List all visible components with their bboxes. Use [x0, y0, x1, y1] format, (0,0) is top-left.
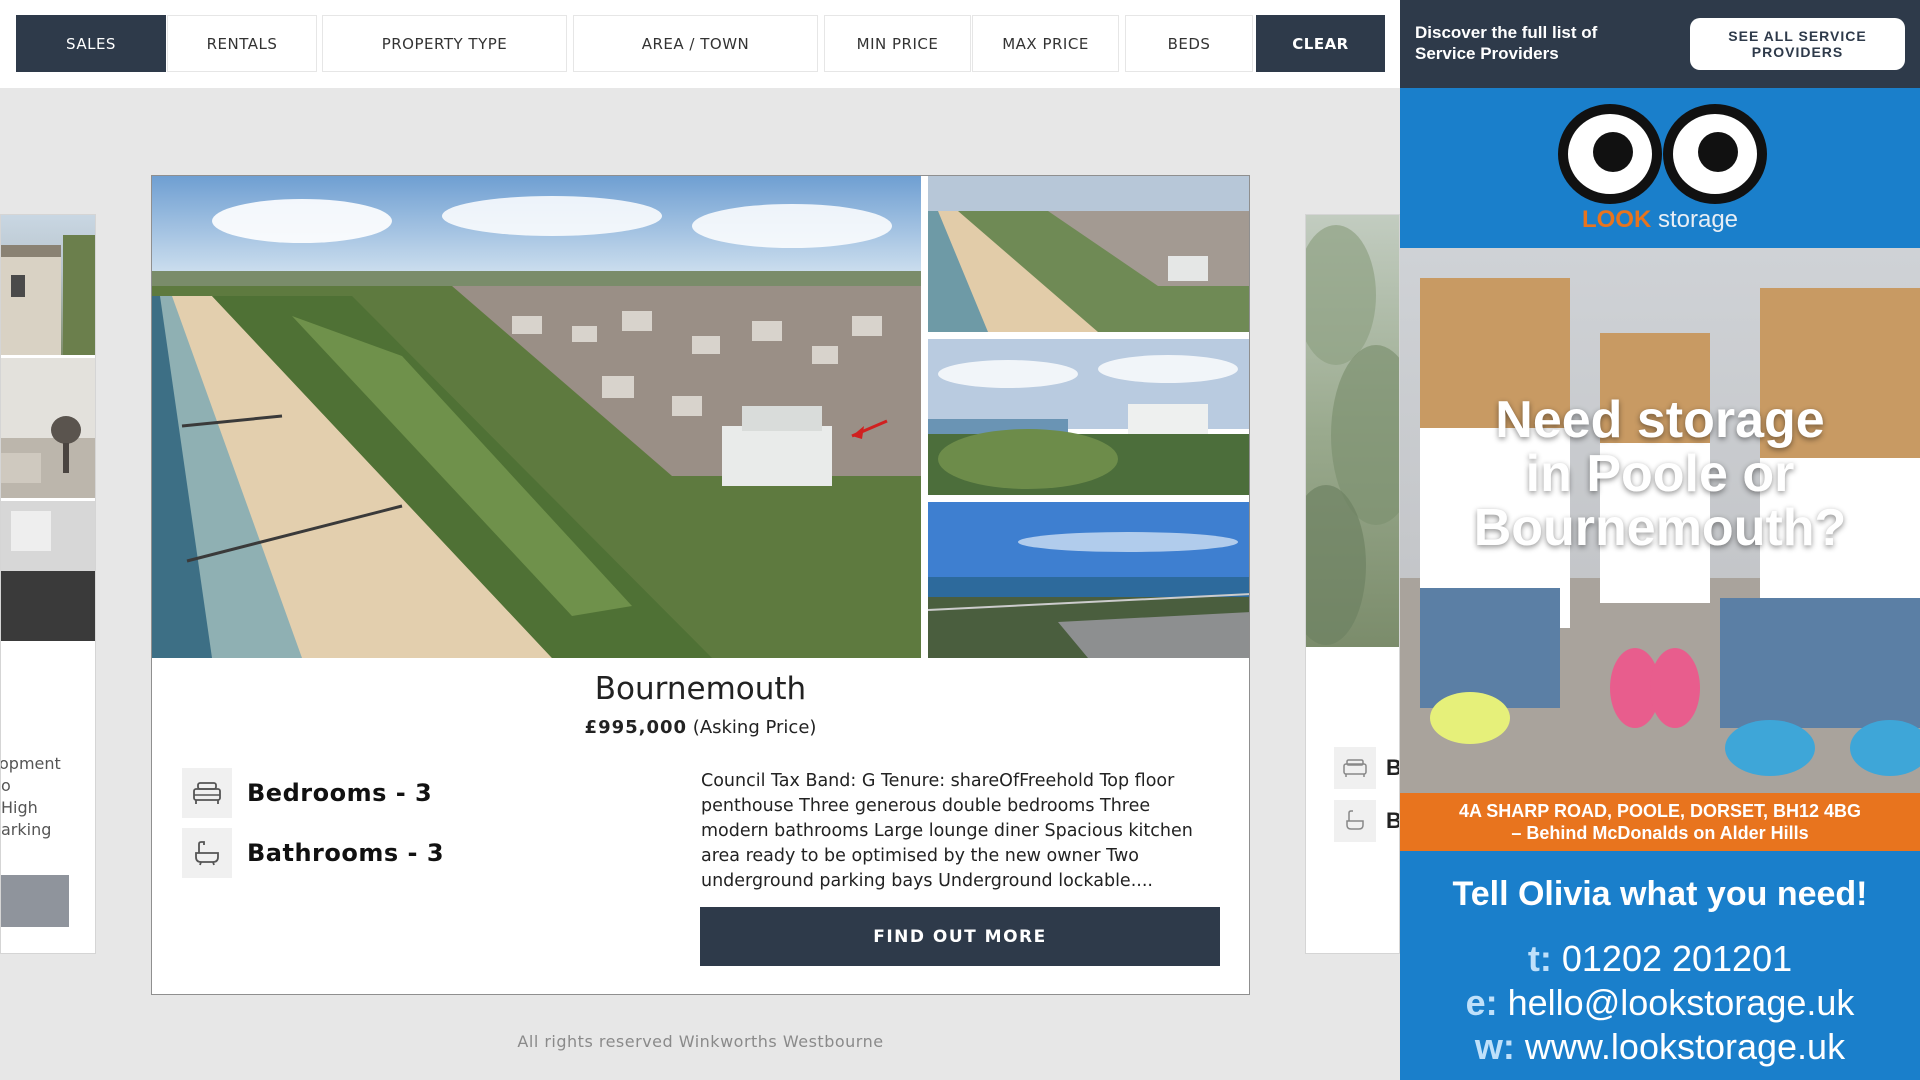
bathrooms-label: Bathrooms - 3: [247, 839, 445, 867]
listing-thumb-1[interactable]: [928, 176, 1249, 332]
advert-contact-details: t: 01202 201201 e: hello@lookstorage.uk …: [1400, 937, 1920, 1069]
advert-web-line: w: www.lookstorage.uk: [1474, 1026, 1846, 1067]
next-listing-bedrooms-label: B: [1386, 755, 1399, 781]
balcony-sea-view-photo: [928, 502, 1249, 658]
bedrooms-label: Bedrooms - 3: [247, 779, 433, 807]
filter-area-town-dropdown[interactable]: AREA / TOWN: [573, 15, 818, 72]
previous-listing-description: opment o High arking: [0, 754, 61, 839]
next-listing-bath-icon: [1334, 800, 1376, 842]
filter-max-price-dropdown[interactable]: MAX PRICE: [972, 15, 1119, 72]
living-room-image: [1, 358, 95, 498]
see-all-service-providers-button[interactable]: SEE ALL SERVICE PROVIDERS: [1690, 18, 1905, 70]
trees-image: [1306, 225, 1399, 645]
find-out-more-button[interactable]: FIND OUT MORE: [700, 907, 1220, 966]
bedrooms-feature: Bedrooms - 3: [182, 768, 432, 818]
next-listing-bed-icon: [1334, 747, 1376, 789]
bath-icon: [182, 828, 232, 878]
advert-address: 4A SHARP ROAD, POOLE, DORSET, BH12 4BG: [1458, 801, 1862, 821]
listing-description: Council Tax Band: G Tenure: shareOfFreeh…: [701, 771, 1193, 891]
advert-email-line: e: hello@lookstorage.uk: [1465, 982, 1855, 1023]
advert-email: hello@lookstorage.uk: [1507, 982, 1855, 1023]
kitchen-image: [1, 501, 95, 641]
advert-phone-line: t: 01202 201201: [1527, 938, 1793, 979]
listing-price-qualifier: (Asking Price): [692, 717, 817, 738]
advert-headline: Need storage in Poole or Bournemouth?: [1473, 391, 1847, 557]
aerial-beach-photo: [152, 176, 921, 658]
advert-address-directions: – Behind McDonalds on Alder Hills: [1511, 823, 1809, 843]
listing-price: £995,000: [584, 717, 688, 738]
house-exterior-image: [1, 235, 95, 355]
next-listing-bathrooms-label: B: [1386, 808, 1399, 834]
advert-phone: 01202 201201: [1561, 938, 1793, 979]
advert-logo-area: LOOK storage: [1400, 88, 1920, 248]
aerial-cliff-photo: [928, 176, 1249, 332]
logo-storage-text: storage: [1657, 206, 1739, 233]
look-storage-logo: LOOK storage: [1400, 206, 1920, 234]
filter-beds-dropdown[interactable]: BEDS: [1125, 15, 1253, 72]
bed-icon: [182, 768, 232, 818]
listing-main-photo[interactable]: [152, 176, 921, 658]
next-listing-photo: [1306, 215, 1399, 647]
bathrooms-feature: Bathrooms - 3: [182, 828, 444, 878]
previous-listing-card[interactable]: opment o High arking: [0, 214, 96, 954]
advert-website: www.lookstorage.uk: [1524, 1026, 1846, 1067]
advert-tagline: Tell Olivia what you need!: [1452, 875, 1868, 913]
advert-sidebar: Discover the full list of Service Provid…: [1400, 0, 1920, 1080]
advert-contact-area: Tell Olivia what you need! t: 01202 2012…: [1400, 851, 1920, 1080]
listing-thumb-3[interactable]: [928, 502, 1249, 658]
filter-sales-button[interactable]: SALES: [16, 15, 166, 72]
featured-listing-card: Bournemouth £995,000 (Asking Price) Bedr…: [151, 175, 1250, 995]
filter-property-type-dropdown[interactable]: PROPERTY TYPE: [322, 15, 567, 72]
filter-bar: SALES RENTALS PROPERTY TYPE AREA / TOWN …: [0, 0, 1400, 88]
previous-listing-photo-3: [1, 501, 95, 641]
listing-thumb-2[interactable]: [928, 339, 1249, 495]
look-storage-advert[interactable]: LOOK storage Need storage in Poole or Bo…: [1400, 88, 1920, 1080]
previous-listing-find-out-more-button[interactable]: [1, 875, 69, 927]
logo-look-text: LOOK: [1581, 206, 1652, 233]
service-providers-text: Discover the full list of Service Provid…: [1415, 23, 1598, 63]
service-providers-header: Discover the full list of Service Provid…: [1400, 0, 1920, 88]
coastal-view-photo: [928, 339, 1249, 495]
advert-photo: Need storage in Poole or Bournemouth?: [1400, 248, 1920, 793]
filter-min-price-dropdown[interactable]: MIN PRICE: [824, 15, 971, 72]
filter-rentals-button[interactable]: RENTALS: [167, 15, 317, 72]
listing-town-title: Bournemouth: [594, 671, 807, 707]
clear-filters-button[interactable]: CLEAR: [1256, 15, 1385, 72]
previous-listing-photo-2: [1, 358, 95, 498]
listing-price-line: £995,000 (Asking Price): [152, 717, 1249, 738]
listing-carousel: opment o High arking B B: [0, 88, 1400, 1080]
next-listing-card[interactable]: B B: [1305, 214, 1400, 954]
previous-listing-photo-1: [1, 215, 95, 355]
advert-address-strip: 4A SHARP ROAD, POOLE, DORSET, BH12 4BG –…: [1400, 793, 1920, 851]
footer-copyright: All rights reserved Winkworths Westbourn…: [517, 1032, 884, 1051]
